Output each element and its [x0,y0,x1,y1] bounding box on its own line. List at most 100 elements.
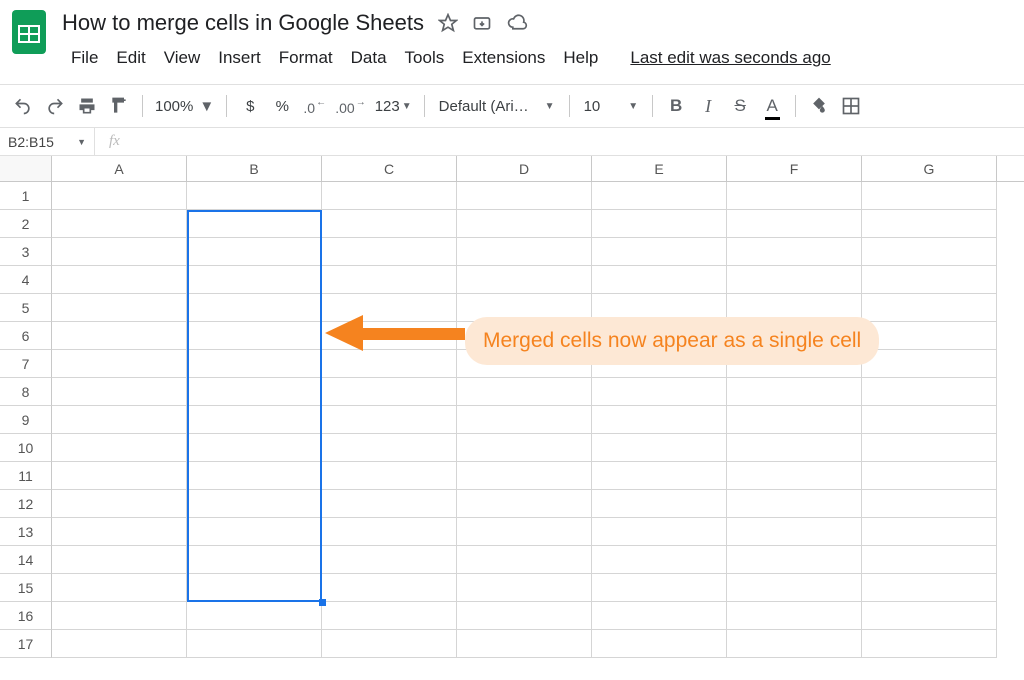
cell[interactable] [322,602,457,630]
cell[interactable] [52,518,187,546]
cell[interactable] [187,266,322,294]
move-icon[interactable] [472,13,492,33]
cell[interactable] [862,182,997,210]
menu-extensions[interactable]: Extensions [453,42,554,74]
cell[interactable] [457,574,592,602]
print-button[interactable] [72,91,102,121]
row-header[interactable]: 1 [0,182,52,210]
column-header[interactable]: F [727,156,862,181]
cell[interactable] [727,602,862,630]
cell[interactable] [592,238,727,266]
cell[interactable] [592,182,727,210]
cell[interactable] [592,518,727,546]
row-header[interactable]: 2 [0,210,52,238]
cell[interactable] [187,378,322,406]
currency-button[interactable]: $ [235,91,265,121]
menu-view[interactable]: View [155,42,210,74]
cloud-status-icon[interactable] [506,13,528,33]
cell[interactable] [727,490,862,518]
cell[interactable] [52,462,187,490]
cell[interactable] [862,322,997,350]
cell[interactable] [457,546,592,574]
cell[interactable] [862,238,997,266]
cell[interactable] [322,182,457,210]
undo-button[interactable] [8,91,38,121]
row-header[interactable]: 9 [0,406,52,434]
cell[interactable] [187,518,322,546]
cell[interactable] [187,182,322,210]
cell[interactable] [592,546,727,574]
column-header[interactable]: A [52,156,187,181]
row-header[interactable]: 6 [0,322,52,350]
cell[interactable] [52,182,187,210]
increase-decimal-button[interactable]: .00 → [331,91,368,121]
cell[interactable] [592,350,727,378]
cell[interactable] [862,378,997,406]
cell[interactable] [592,406,727,434]
cell[interactable] [592,294,727,322]
cell[interactable] [52,574,187,602]
cell[interactable] [322,210,457,238]
cell[interactable] [862,546,997,574]
cell[interactable] [457,210,592,238]
cell[interactable] [187,350,322,378]
cell[interactable] [52,322,187,350]
cell[interactable] [727,630,862,658]
column-header[interactable]: B [187,156,322,181]
cell[interactable] [52,378,187,406]
cell[interactable] [457,294,592,322]
redo-button[interactable] [40,91,70,121]
cell[interactable] [862,518,997,546]
cell[interactable] [322,434,457,462]
cell[interactable] [457,350,592,378]
cell[interactable] [862,350,997,378]
menu-tools[interactable]: Tools [396,42,454,74]
cell[interactable] [727,378,862,406]
star-icon[interactable] [438,13,458,33]
cell[interactable] [727,518,862,546]
cell[interactable] [322,238,457,266]
italic-button[interactable]: I [693,91,723,121]
cell[interactable] [727,434,862,462]
cell[interactable] [187,630,322,658]
cell[interactable] [592,322,727,350]
cell[interactable] [727,406,862,434]
row-header[interactable]: 8 [0,378,52,406]
cell[interactable] [322,490,457,518]
row-header[interactable]: 17 [0,630,52,658]
cell[interactable] [592,266,727,294]
cell[interactable] [457,322,592,350]
cell[interactable] [862,266,997,294]
cell[interactable] [322,518,457,546]
cell[interactable] [727,462,862,490]
cell[interactable] [727,574,862,602]
row-header[interactable]: 14 [0,546,52,574]
cell[interactable] [457,602,592,630]
document-title[interactable]: How to merge cells in Google Sheets [62,8,424,38]
row-header[interactable]: 16 [0,602,52,630]
cell[interactable] [592,574,727,602]
cell[interactable] [457,378,592,406]
cell[interactable] [457,182,592,210]
row-header[interactable]: 3 [0,238,52,266]
strikethrough-button[interactable]: S [725,91,755,121]
bold-button[interactable]: B [661,91,691,121]
cell[interactable] [322,322,457,350]
cell[interactable] [187,462,322,490]
cell[interactable] [322,406,457,434]
font-family-dropdown[interactable]: Default (Ari… ▼ [433,98,561,115]
cell[interactable] [52,490,187,518]
borders-button[interactable] [836,91,866,121]
cell[interactable] [187,294,322,322]
row-header[interactable]: 5 [0,294,52,322]
zoom-dropdown[interactable]: 100% ▼ [151,98,218,115]
cell[interactable] [862,630,997,658]
number-format-dropdown[interactable]: 123 ▼ [371,91,416,121]
row-header[interactable]: 15 [0,574,52,602]
cell[interactable] [52,602,187,630]
cell[interactable] [322,462,457,490]
menu-file[interactable]: File [62,42,107,74]
select-all-corner[interactable] [0,156,52,181]
cell[interactable] [52,350,187,378]
cell[interactable] [862,406,997,434]
